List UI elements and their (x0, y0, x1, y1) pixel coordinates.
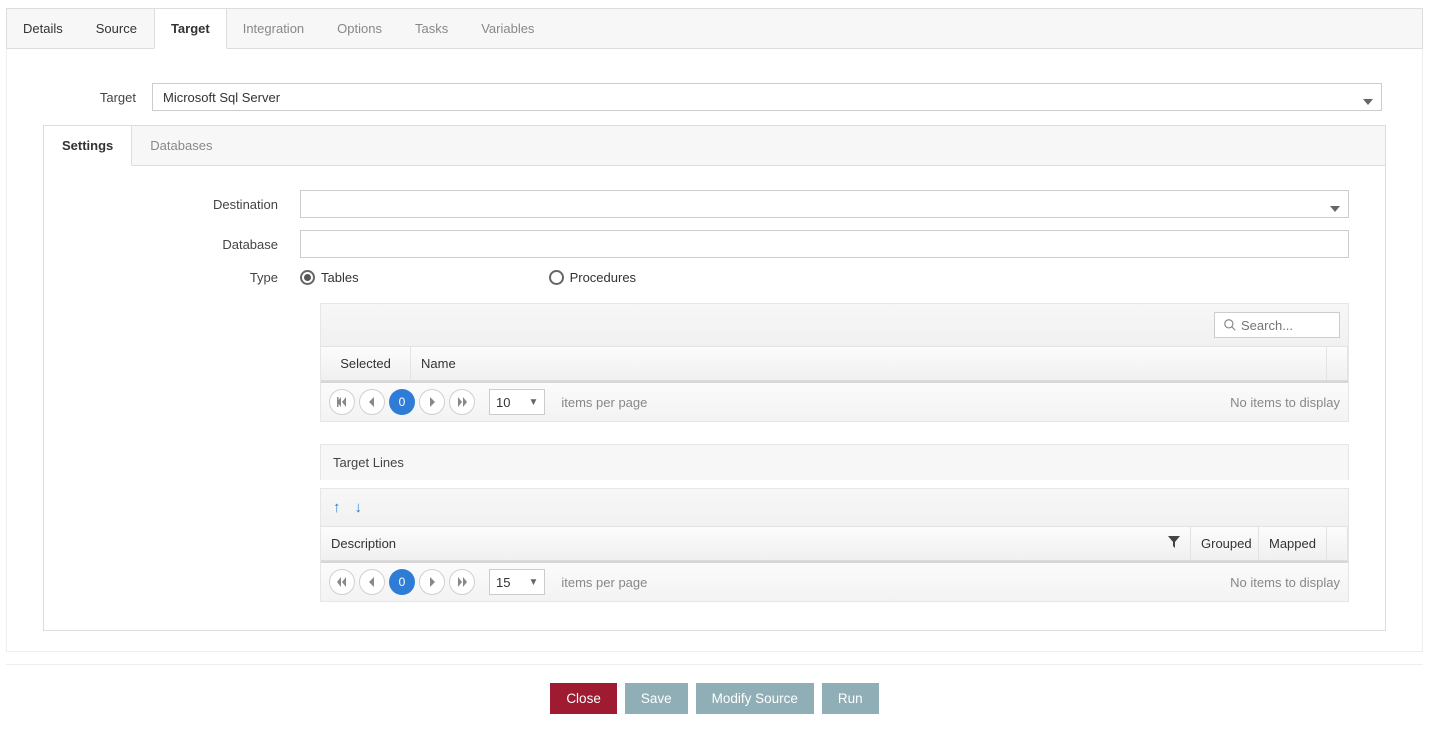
col-selected[interactable]: Selected (321, 347, 411, 380)
no-items-label: No items to display (1230, 395, 1340, 410)
tables-grid: Selected Name 0 10 ▼ (320, 303, 1349, 422)
pager-prev-button[interactable] (359, 389, 385, 415)
pager-last-button[interactable] (449, 569, 475, 595)
destination-label: Destination (44, 197, 300, 212)
move-down-icon[interactable]: ↓ (355, 499, 363, 516)
tab-tasks[interactable]: Tasks (399, 9, 465, 48)
type-radio-tables[interactable]: Tables (300, 270, 359, 285)
tab-details[interactable]: Details (7, 9, 80, 48)
content-panel: Target Microsoft Sql Server Settings Dat… (6, 49, 1423, 652)
chevron-down-icon: ▼ (528, 397, 538, 408)
main-tabs: Details Source Target Integration Option… (6, 8, 1423, 49)
target-dropdown[interactable]: Microsoft Sql Server (152, 83, 1382, 111)
footer-bar: Close Save Modify Source Run (0, 665, 1429, 732)
tab-source[interactable]: Source (80, 9, 154, 48)
col-grouped[interactable]: Grouped (1191, 527, 1259, 560)
target-lines-pager: 0 15 ▼ items per page No items to displa… (321, 561, 1348, 601)
col-description[interactable]: Description (321, 527, 1191, 560)
pager-current-page[interactable]: 0 (389, 569, 415, 595)
database-label: Database (44, 237, 300, 252)
radio-icon (300, 270, 315, 285)
radio-label-tables: Tables (321, 270, 359, 285)
destination-dropdown[interactable] (300, 190, 1349, 218)
chevron-down-icon: ▼ (528, 577, 538, 588)
move-up-icon[interactable]: ↑ (333, 499, 341, 516)
target-lines-title: Target Lines (320, 444, 1349, 480)
items-per-page-label: items per page (561, 575, 647, 590)
pager-last-button[interactable] (449, 389, 475, 415)
items-per-page-label: items per page (561, 395, 647, 410)
col-scroll-spacer (1327, 527, 1348, 560)
radio-icon (549, 270, 564, 285)
page-size-value: 10 (496, 395, 510, 410)
pager-first-button[interactable] (329, 389, 355, 415)
sub-tab-settings[interactable]: Settings (44, 126, 132, 166)
close-button[interactable]: Close (550, 683, 617, 714)
pager-next-button[interactable] (419, 569, 445, 595)
target-label: Target (7, 90, 152, 105)
modify-source-button[interactable]: Modify Source (696, 683, 814, 714)
pager-next-button[interactable] (419, 389, 445, 415)
col-description-label: Description (331, 536, 396, 551)
tab-integration[interactable]: Integration (227, 9, 321, 48)
target-dropdown-value: Microsoft Sql Server (163, 90, 280, 105)
search-input[interactable] (1241, 318, 1331, 333)
chevron-down-icon (1330, 200, 1340, 215)
target-lines-grid: ↑ ↓ Description Grouped Mapped (320, 488, 1349, 602)
pager-prev-button[interactable] (359, 569, 385, 595)
col-name[interactable]: Name (411, 347, 1327, 380)
save-button[interactable]: Save (625, 683, 688, 714)
type-label: Type (44, 270, 300, 285)
pager-current-page[interactable]: 0 (389, 389, 415, 415)
no-items-label: No items to display (1230, 575, 1340, 590)
settings-panel: Destination Database Type (43, 166, 1386, 631)
tab-variables[interactable]: Variables (465, 9, 551, 48)
tab-options[interactable]: Options (321, 9, 399, 48)
search-box[interactable] (1214, 312, 1340, 338)
sub-tabs: Settings Databases (43, 125, 1386, 166)
type-radio-procedures[interactable]: Procedures (549, 270, 636, 285)
page-size-select[interactable]: 15 ▼ (489, 569, 545, 595)
page-size-select[interactable]: 10 ▼ (489, 389, 545, 415)
col-mapped[interactable]: Mapped (1259, 527, 1327, 560)
search-icon (1223, 318, 1237, 332)
page-size-value: 15 (496, 575, 510, 590)
tables-pager: 0 10 ▼ items per page No items to displa… (321, 381, 1348, 421)
filter-icon[interactable] (1168, 536, 1180, 551)
chevron-down-icon (1363, 93, 1373, 108)
pager-first-button[interactable] (329, 569, 355, 595)
col-scroll-spacer (1327, 347, 1348, 380)
database-input[interactable] (300, 230, 1349, 258)
run-button[interactable]: Run (822, 683, 879, 714)
sub-tab-databases[interactable]: Databases (132, 126, 230, 165)
tab-target[interactable]: Target (154, 9, 227, 49)
radio-label-procedures: Procedures (570, 270, 636, 285)
